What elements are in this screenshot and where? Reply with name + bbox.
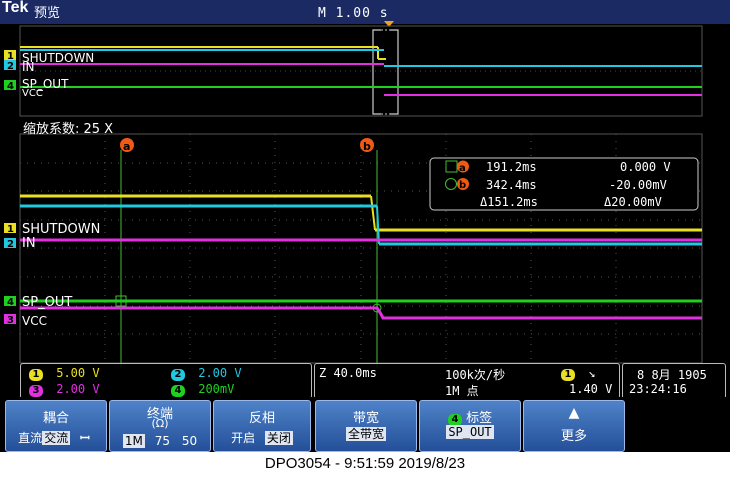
overview-label-vcc: VCC: [22, 88, 43, 99]
main-ch1-tag: 1: [4, 223, 16, 235]
svg-text:2: 2: [7, 61, 14, 72]
label-vcc: VCC: [22, 314, 47, 328]
svg-text:4: 4: [7, 297, 14, 308]
trigger-level: 1.40 V: [569, 382, 613, 396]
coupling-ac-option[interactable]: 交流: [42, 431, 71, 445]
cursor-a-time: 191.2ms: [486, 160, 537, 174]
svg-text:a: a: [123, 140, 130, 153]
invert-off-option[interactable]: 关闭: [264, 431, 293, 445]
main-ch2-tag: 2: [4, 238, 16, 250]
ch4-scale: 200mV: [198, 382, 235, 396]
ch3-scale: 2.00 V: [56, 382, 100, 396]
date-readout: 8 8月 1905: [637, 368, 707, 382]
cursor-delta-volt: Δ20.00mV: [604, 195, 662, 209]
trigger-source-chip[interactable]: 1: [561, 369, 575, 381]
ch4-chip[interactable]: 4: [171, 385, 185, 397]
invert-button[interactable]: 反相 开启 关闭: [213, 400, 311, 452]
ground-icon[interactable]: ꟷ: [80, 431, 90, 445]
label-value: SP_OUT: [446, 425, 494, 439]
main-ch4-tag: 4: [4, 296, 16, 308]
invert-on-option[interactable]: 开启: [231, 431, 255, 445]
coupling-button[interactable]: 耦合 直流 交流 ꟷ: [5, 400, 107, 452]
termination-unit: (Ω): [151, 417, 169, 430]
bandwidth-button[interactable]: 带宽 全带宽: [315, 400, 417, 452]
more-arrow-icon: ▲: [568, 405, 580, 421]
svg-text:2: 2: [7, 239, 14, 250]
label-shutdown: SHUTDOWN: [22, 222, 100, 237]
cursor-a-marker: a: [120, 138, 134, 153]
zoom-time: Z 40.0ms: [319, 366, 377, 380]
svg-text:3: 3: [7, 315, 14, 326]
svg-text:b: b: [363, 140, 371, 153]
bandwidth-title: 带宽: [352, 411, 379, 426]
overview-ch4-tag: 4: [4, 80, 16, 92]
more-button[interactable]: ▲ 更多: [523, 400, 625, 452]
coupling-dc-option[interactable]: 直流: [18, 431, 42, 445]
bottom-menu: 耦合 直流 交流 ꟷ 终端 (Ω) 1M 75 50 反相 开启 关闭 带宽 全带…: [0, 397, 730, 452]
more-title: 更多: [560, 429, 587, 444]
time-readout: 23:24:16: [629, 382, 687, 396]
coupling-title: 耦合: [42, 411, 69, 426]
channel-scale-panel: 1 5.00 V 2 2.00 V 3 2.00 V 4 200mV: [20, 363, 312, 399]
ch2-scale: 2.00 V: [198, 366, 242, 380]
label-title: 标签: [466, 411, 493, 426]
zoom-window-bracket: [372, 29, 399, 115]
cursor-b-time: 342.4ms: [486, 178, 537, 192]
invert-title: 反相: [248, 411, 275, 426]
termination-button[interactable]: 终端 (Ω) 1M 75 50: [109, 400, 211, 452]
overview-ch2-tag: 2: [4, 60, 16, 72]
trigger-slope-icon: ↘: [588, 366, 596, 380]
sample-rate: 100k次/秒: [445, 368, 506, 382]
termination-50-option[interactable]: 50: [182, 434, 197, 448]
oscilloscope-screen: Tek 预览 M 1.00 s 1 2 4 SHUTDOWN IN SP_OUT…: [0, 0, 730, 452]
label-in: IN: [22, 236, 36, 251]
svg-text:a: a: [459, 163, 466, 174]
cursor-b-marker: b: [360, 138, 374, 153]
cursor-b-volt: -20.00mV: [609, 178, 667, 192]
bandwidth-value: 全带宽: [345, 427, 386, 441]
cursor-a-volt: 0.000 V: [620, 160, 671, 174]
zoom-factor-label: 缩放系数: 25 X: [23, 122, 114, 137]
label-button[interactable]: 4 标签 SP_OUT: [419, 400, 521, 452]
datetime-panel: 8 8月 1905 23:24:16: [622, 363, 726, 399]
ch1-chip[interactable]: 1: [29, 369, 43, 381]
main-ch3-tag: 3: [4, 314, 16, 326]
label-sp-out: SP_OUT: [22, 295, 72, 310]
overview-label-in: IN: [22, 60, 35, 74]
termination-1m-option[interactable]: 1M: [122, 434, 145, 448]
svg-text:4: 4: [7, 81, 14, 92]
acquisition-panel: Z 40.0ms 100k次/秒 1M 点 1 ↘ 1.40 V: [314, 363, 620, 399]
svg-text:1: 1: [7, 224, 14, 235]
cursor-delta-time: Δ151.2ms: [480, 195, 538, 209]
ch2-chip[interactable]: 2: [171, 369, 185, 381]
ch1-scale: 5.00 V: [56, 366, 100, 380]
screenshot-caption: DPO3054 - 9:51:59 2019/8/23: [264, 455, 466, 472]
termination-75-option[interactable]: 75: [155, 434, 170, 448]
ch3-chip[interactable]: 3: [29, 385, 43, 397]
svg-text:b: b: [459, 180, 466, 191]
waveform-area: 1 2 4 SHUTDOWN IN SP_OUT VCC a b 1 2 4 3…: [4, 25, 703, 364]
